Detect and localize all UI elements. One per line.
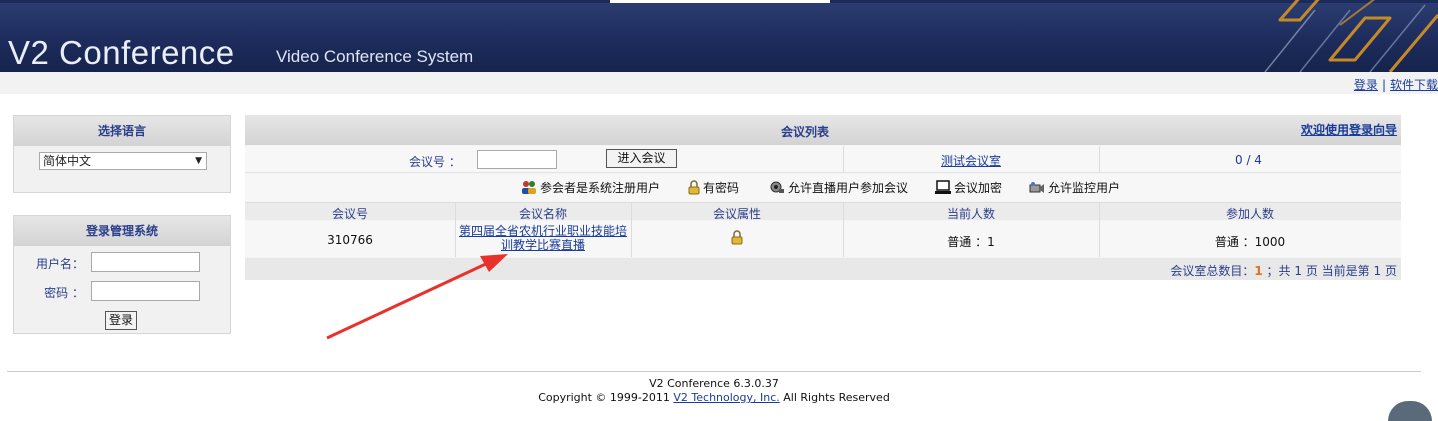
divider bbox=[843, 146, 844, 173]
current-count: 普通 ：1 bbox=[947, 235, 995, 249]
brand-tagline: Video Conference System bbox=[276, 47, 474, 66]
password-input[interactable] bbox=[91, 281, 200, 301]
col-current-count: 当前人数 bbox=[946, 207, 995, 221]
header-top-strip bbox=[0, 0, 1438, 3]
legend-label: 允许监控用户 bbox=[1048, 181, 1121, 195]
meeting-name-link[interactable]: 第四届全省农机行业职业技能培 训教学比赛直播 bbox=[455, 224, 631, 252]
lock-icon bbox=[731, 230, 743, 245]
meeting-list-title: 会议列表 bbox=[780, 125, 829, 139]
legend-label: 会议加密 bbox=[954, 181, 1003, 195]
legend-monitor: 允许监控用户 bbox=[1029, 179, 1120, 196]
meeting-list-panel: 会议列表 欢迎使用登录向导 会议号 ： 进入会议 测试会议室 0 / 4 参会者… bbox=[245, 115, 1401, 280]
legend-row: 参会者是系统注册用户 有密码 允许直播用户参加会议 会议加密 允许监控用户 bbox=[245, 174, 1401, 201]
pager-total-label: 会议室总数目： bbox=[1170, 264, 1255, 278]
legend-label: 参会者是系统注册用户 bbox=[540, 181, 661, 195]
monitor-camera-icon bbox=[1029, 182, 1044, 193]
pager-current: 1 bbox=[1373, 264, 1382, 278]
col-meeting-name: 会议名称 bbox=[518, 207, 567, 221]
table-row: 310766 第四届全省农机行业职业技能培 训教学比赛直播 普通 ：1 普通 ：… bbox=[245, 221, 1401, 257]
registered-users-icon bbox=[522, 181, 536, 194]
col-meeting-id: 会议号 bbox=[331, 207, 368, 221]
chevron-down-icon: ▼ bbox=[195, 156, 202, 166]
table-header: 会议号 会议名称 会议属性 当前人数 参加人数 bbox=[245, 202, 1401, 221]
legend-registered-users: 参会者是系统注册用户 bbox=[521, 179, 660, 196]
meeting-list-header: 会议列表 欢迎使用登录向导 bbox=[245, 115, 1401, 145]
username-row: 用户名： bbox=[14, 251, 230, 275]
test-room-link[interactable]: 测试会议室 bbox=[941, 152, 1001, 169]
pager-current-label: 当前是第 bbox=[1321, 264, 1370, 278]
pager-pages: 1 bbox=[1294, 264, 1302, 278]
username-label: 用户名： bbox=[35, 257, 84, 271]
pager-total-count: 1 bbox=[1254, 264, 1263, 278]
footer-divider bbox=[7, 371, 1421, 372]
room-count: 0 / 4 bbox=[1235, 153, 1262, 167]
meeting-attribute bbox=[631, 230, 843, 248]
language-select-value: 简体中文 bbox=[43, 154, 92, 168]
password-row: 密码 ： bbox=[14, 280, 230, 304]
pager-middle: ；共 bbox=[1266, 264, 1291, 278]
pager: 会议室总数目：1 ；共 1 页 当前是第 1 页 bbox=[245, 258, 1401, 280]
language-panel: 选择语言 简体中文 ▼ bbox=[13, 115, 231, 193]
legend-label: 有密码 bbox=[703, 181, 740, 195]
legend-password: 有密码 bbox=[688, 179, 739, 196]
meeting-name-line1: 第四届全省农机行业职业技能培 bbox=[458, 224, 627, 238]
brand-title: V2 Conference bbox=[8, 34, 235, 71]
footer-version: V2 Conference 6.3.0.37 bbox=[649, 377, 779, 390]
login-panel-title: 登录管理系统 bbox=[14, 216, 230, 246]
language-panel-title: 选择语言 bbox=[14, 116, 230, 146]
link-separator: | bbox=[1381, 78, 1386, 92]
login-panel: 登录管理系统 用户名： 密码 ： 登录 bbox=[13, 215, 231, 334]
password-label: 密码 ： bbox=[44, 286, 84, 300]
meeting-number-label: 会议号 ： bbox=[409, 155, 461, 169]
join-meeting-button[interactable]: 进入会议 bbox=[606, 149, 677, 168]
pager-current-unit: 页 bbox=[1384, 264, 1397, 278]
header-banner: V2 Conference Video Conference System bbox=[0, 0, 1438, 72]
login-button[interactable]: 登录 bbox=[105, 311, 138, 330]
login-wizard-link[interactable]: 欢迎使用登录向导 bbox=[1301, 121, 1397, 138]
corner-widget-icon bbox=[1388, 401, 1432, 421]
legend-broadcast: 允许直播用户参加会议 bbox=[769, 179, 908, 196]
divider bbox=[1099, 146, 1100, 173]
rights-text: All Rights Reserved bbox=[783, 391, 890, 404]
col-capacity: 参加人数 bbox=[1225, 207, 1274, 221]
login-link[interactable]: 登录 bbox=[1354, 78, 1378, 92]
username-input[interactable] bbox=[91, 252, 200, 272]
meeting-id: 310766 bbox=[327, 233, 373, 247]
pager-page-unit: 页 bbox=[1305, 264, 1318, 278]
legend-encrypt: 会议加密 bbox=[935, 179, 1002, 196]
software-download-link[interactable]: 软件下载 bbox=[1390, 78, 1438, 92]
footer-copyright: Copyright © 1999-2011 V2 Technology, Inc… bbox=[0, 391, 1428, 404]
copyright-text: Copyright © 1999-2011 bbox=[538, 391, 670, 404]
meeting-name-line2: 训教学比赛直播 bbox=[500, 238, 585, 252]
encrypt-icon bbox=[935, 180, 951, 194]
join-meeting-row: 会议号 ： 进入会议 测试会议室 0 / 4 bbox=[245, 146, 1401, 173]
language-select[interactable]: 简体中文 ▼ bbox=[39, 152, 207, 170]
meeting-number-input[interactable] bbox=[477, 150, 557, 169]
header-decoration-graphic bbox=[1264, 0, 1438, 72]
broadcast-icon bbox=[770, 181, 784, 193]
capacity-count: 普通 ：1000 bbox=[1214, 235, 1286, 249]
col-meeting-attr: 会议属性 bbox=[712, 207, 761, 221]
lock-icon bbox=[688, 180, 700, 195]
legend-label: 允许直播用户参加会议 bbox=[788, 181, 909, 195]
company-link[interactable]: V2 Technology, Inc. bbox=[673, 391, 779, 404]
top-links-bar: 登录 | 软件下载 bbox=[0, 72, 1438, 94]
